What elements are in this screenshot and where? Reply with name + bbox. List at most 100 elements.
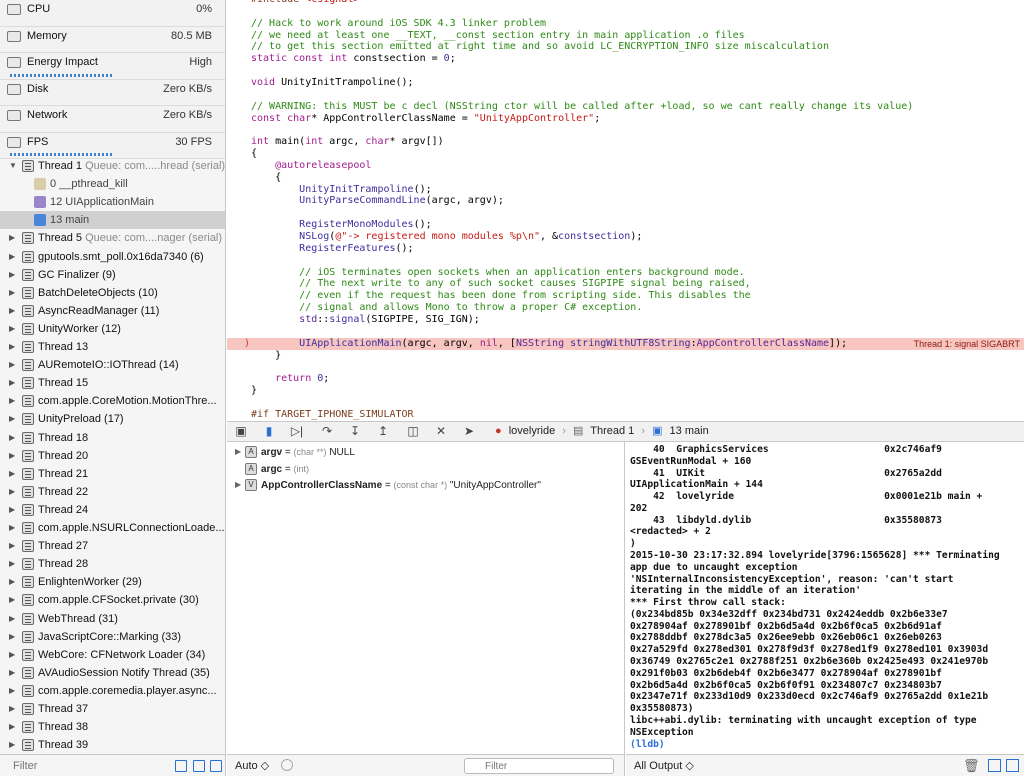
variable-row[interactable]: Aargc = (int) bbox=[227, 461, 625, 477]
thread-row[interactable]: ▶ Thread 24 bbox=[0, 501, 225, 519]
thread-row[interactable]: ▼ Thread 1 Queue: com.....hread (serial) bbox=[0, 157, 225, 175]
disclosure-closed-icon[interactable]: ▶ bbox=[9, 519, 15, 537]
disclosure-closed-icon[interactable]: ▶ bbox=[235, 477, 241, 493]
hide-debug-area-icon[interactable]: ▣ bbox=[231, 424, 251, 439]
memory-graph-icon[interactable]: ✕ bbox=[431, 424, 451, 439]
gauge-row[interactable]: Disk Zero KB/s bbox=[0, 79, 225, 106]
disclosure-closed-icon[interactable]: ▶ bbox=[9, 302, 15, 320]
disclosure-closed-icon[interactable]: ▶ bbox=[9, 700, 15, 718]
console-output[interactable]: 40 GraphicsServices 0x2c746af9 GSEventRun… bbox=[626, 442, 1024, 754]
disclosure-closed-icon[interactable]: ▶ bbox=[9, 483, 15, 501]
step-into-icon[interactable]: ↧ bbox=[345, 424, 365, 439]
step-over-icon[interactable]: ↷ bbox=[317, 424, 337, 439]
gauge-row[interactable]: Energy Impact High bbox=[0, 53, 225, 80]
filter-running-threads-icon[interactable] bbox=[193, 760, 205, 772]
stack-frame-row[interactable]: 0 __pthread_kill bbox=[0, 175, 225, 193]
disclosure-closed-icon[interactable]: ▶ bbox=[9, 410, 15, 428]
disclosure-closed-icon[interactable]: ▶ bbox=[9, 736, 15, 754]
thread-row[interactable]: ▶ Thread 15 bbox=[0, 374, 225, 392]
gauge-row[interactable]: Network Zero KB/s bbox=[0, 106, 225, 133]
disclosure-closed-icon[interactable]: ▶ bbox=[9, 248, 15, 266]
thread-row[interactable]: ▶ AURemoteIO::IOThread (14) bbox=[0, 356, 225, 374]
disclosure-closed-icon[interactable]: ▶ bbox=[9, 501, 15, 519]
thread-row[interactable]: ▶ GC Finalizer (9) bbox=[0, 266, 225, 284]
disclosure-closed-icon[interactable]: ▶ bbox=[9, 429, 15, 447]
split-view-left-icon[interactable] bbox=[988, 759, 1001, 772]
disclosure-closed-icon[interactable]: ▶ bbox=[9, 555, 15, 573]
thread-row[interactable]: ▶ WebThread (31) bbox=[0, 610, 225, 628]
thread-row[interactable]: ▶ Thread 37 bbox=[0, 700, 225, 718]
disclosure-closed-icon[interactable]: ▶ bbox=[235, 444, 241, 460]
disclosure-closed-icon[interactable]: ▶ bbox=[9, 356, 15, 374]
source-editor[interactable]: #include <csignal> // Hack to work around… bbox=[227, 0, 1024, 421]
thread-row[interactable]: ▶ JavaScriptCore::Marking (33) bbox=[0, 628, 225, 646]
gauge-row[interactable]: CPU 0% bbox=[0, 0, 225, 27]
breadcrumb-item-frame[interactable]: 13 main bbox=[670, 425, 709, 437]
thread-row[interactable]: ▶ Thread 20 bbox=[0, 447, 225, 465]
thread-row[interactable]: ▶ Thread 22 bbox=[0, 483, 225, 501]
view-hierarchy-icon[interactable]: ◫ bbox=[403, 424, 423, 439]
thread-row[interactable]: ▶ com.apple.CFSocket.private (30) bbox=[0, 591, 225, 609]
simulate-location-icon[interactable]: ➤ bbox=[459, 424, 479, 439]
filter-crashed-threads-icon[interactable] bbox=[175, 760, 187, 772]
disclosure-closed-icon[interactable]: ▶ bbox=[9, 628, 15, 646]
breadcrumb-item-thread[interactable]: Thread 1 bbox=[590, 425, 634, 437]
disclosure-closed-icon[interactable]: ▶ bbox=[9, 229, 15, 247]
variables-filter-input[interactable] bbox=[464, 758, 614, 774]
disclosure-closed-icon[interactable]: ▶ bbox=[9, 664, 15, 682]
thread-row[interactable]: ▶ Thread 38 bbox=[0, 718, 225, 736]
breakpoints-toggle-icon[interactable]: ▮ bbox=[259, 424, 279, 439]
thread-row[interactable]: ▶ EnlightenWorker (29) bbox=[0, 573, 225, 591]
thread-row[interactable]: ▶ Thread 21 bbox=[0, 465, 225, 483]
variable-row[interactable]: ▶ V AppControllerClassName = (const char *… bbox=[227, 477, 625, 493]
disclosure-closed-icon[interactable]: ▶ bbox=[9, 682, 15, 700]
thread-row[interactable]: ▶ Thread 5 Queue: com....nager (serial) bbox=[0, 229, 225, 247]
console-output-popup[interactable]: All Output ◇ bbox=[634, 759, 694, 772]
disclosure-closed-icon[interactable]: ▶ bbox=[9, 374, 15, 392]
thread-row[interactable]: ▶ com.apple.CoreMotion.MotionThre... bbox=[0, 392, 225, 410]
step-out-icon[interactable]: ↥ bbox=[373, 424, 393, 439]
filter-view-icon[interactable] bbox=[210, 760, 222, 772]
disclosure-closed-icon[interactable]: ▶ bbox=[9, 718, 15, 736]
disclosure-closed-icon[interactable]: ▶ bbox=[9, 320, 15, 338]
disclosure-closed-icon[interactable]: ▶ bbox=[9, 646, 15, 664]
thread-row[interactable]: ▶ gputools.smt_poll.0x16da7340 (6) bbox=[0, 248, 225, 266]
disclosure-closed-icon[interactable]: ▶ bbox=[9, 537, 15, 555]
thread-row[interactable]: ▶ com.apple.NSURLConnectionLoade... bbox=[0, 519, 225, 537]
breadcrumb-item-app[interactable]: lovelyride bbox=[509, 425, 555, 437]
disclosure-closed-icon[interactable]: ▶ bbox=[9, 610, 15, 628]
disclosure-closed-icon[interactable]: ▶ bbox=[9, 465, 15, 483]
thread-row[interactable]: ▶ Thread 28 bbox=[0, 555, 225, 573]
stack-frame-row[interactable]: 13 main bbox=[0, 211, 225, 230]
gauge-row[interactable]: Memory 80.5 MB bbox=[0, 26, 225, 53]
stack-frame-row[interactable]: 12 UIApplicationMain bbox=[0, 193, 225, 211]
disclosure-closed-icon[interactable]: ▶ bbox=[9, 338, 15, 356]
disclosure-closed-icon[interactable]: ▶ bbox=[9, 392, 15, 410]
variable-row[interactable]: ▶ Aargv = (char **) NULL bbox=[227, 444, 625, 460]
thread-row[interactable]: ▶ BatchDeleteObjects (10) bbox=[0, 284, 225, 302]
disclosure-closed-icon[interactable]: ▶ bbox=[9, 266, 15, 284]
thread-row[interactable]: ▶ Thread 39 bbox=[0, 736, 225, 754]
thread-row[interactable]: ▶ com.apple.coremedia.player.async... bbox=[0, 682, 225, 700]
thread-row[interactable]: ▶ UnityWorker (12) bbox=[0, 320, 225, 338]
sidebar-filter-input[interactable] bbox=[5, 758, 165, 774]
disclosure-open-icon[interactable]: ▼ bbox=[9, 157, 17, 175]
disclosure-closed-icon[interactable]: ▶ bbox=[9, 573, 15, 591]
variables-scope-popup[interactable]: Auto ◇ bbox=[235, 759, 269, 772]
thread-row[interactable]: ▶ AsyncReadManager (11) bbox=[0, 302, 225, 320]
disclosure-closed-icon[interactable]: ▶ bbox=[9, 284, 15, 302]
thread-row[interactable]: ▶ WebCore: CFNetwork Loader (34) bbox=[0, 646, 225, 664]
thread-row[interactable]: ▶ Thread 13 bbox=[0, 338, 225, 356]
disclosure-closed-icon[interactable]: ▶ bbox=[9, 447, 15, 465]
thread-row[interactable]: ▶ AVAudioSession Notify Thread (35) bbox=[0, 664, 225, 682]
disclosure-closed-icon[interactable]: ▶ bbox=[9, 591, 15, 609]
gauge-row[interactable]: FPS 30 FPS bbox=[0, 132, 225, 159]
thread-row[interactable]: ▶ Thread 18 bbox=[0, 429, 225, 447]
thread-row[interactable]: ▶ UnityPreload (17) bbox=[0, 410, 225, 428]
console-prompt[interactable]: (lldb) bbox=[630, 739, 1024, 751]
continue-icon[interactable]: ▷| bbox=[287, 424, 307, 439]
eye-icon[interactable] bbox=[281, 759, 293, 771]
error-badge[interactable]: Thread 1: signal SIGABRT bbox=[914, 338, 1020, 350]
trash-icon[interactable]: 🗑 bbox=[963, 758, 980, 774]
thread-row[interactable]: ▶ Thread 27 bbox=[0, 537, 225, 555]
